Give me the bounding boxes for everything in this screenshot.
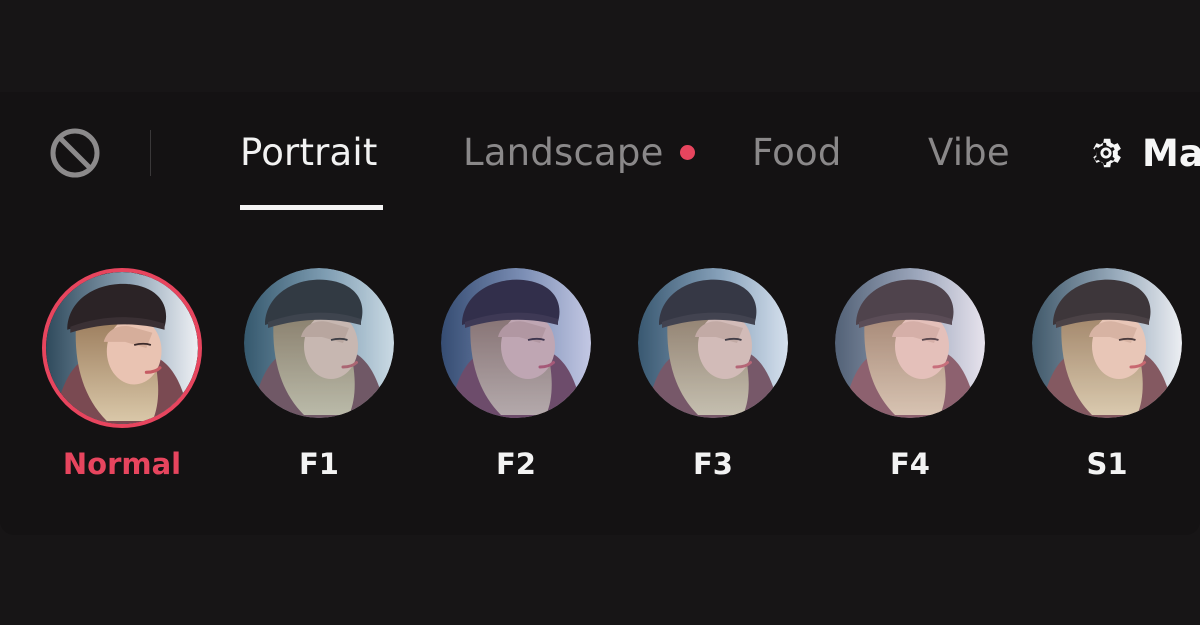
filter-label: F2 [496, 447, 536, 481]
filter-label: F1 [299, 447, 339, 481]
filter-item-f2[interactable]: F2 [434, 268, 598, 490]
filter-item-f4[interactable]: F4 [828, 268, 992, 490]
toolbar-divider [150, 130, 151, 176]
manage-label: Ma [1142, 131, 1200, 175]
tab-portrait[interactable]: Portrait [240, 128, 378, 178]
portrait-thumbnail-image [638, 268, 788, 418]
filter-label: F3 [693, 447, 733, 481]
active-tab-underline [240, 205, 383, 210]
gear-icon [1086, 133, 1126, 173]
filter-thumbnail [1032, 268, 1182, 418]
filter-thumbnail [835, 268, 985, 418]
filter-thumbnail [244, 268, 394, 418]
portrait-thumbnail-image [441, 268, 591, 418]
filter-thumbnail [638, 268, 788, 418]
portrait-thumbnail-image [1032, 268, 1182, 418]
tab-vibe[interactable]: Vibe [928, 128, 1010, 178]
tab-landscape[interactable]: Landscape [463, 128, 664, 178]
filter-item-s1[interactable]: S1 [1025, 268, 1189, 490]
filter-item-f3[interactable]: F3 [631, 268, 795, 490]
filter-label: S1 [1086, 447, 1128, 481]
manage-filters-button[interactable]: Ma [1086, 128, 1200, 178]
filter-item-normal[interactable]: Normal [40, 268, 204, 490]
filter-item-f1[interactable]: F1 [237, 268, 401, 490]
filter-thumbnail [42, 268, 202, 428]
portrait-thumbnail-image [835, 268, 985, 418]
portrait-thumbnail-image [244, 268, 394, 418]
filter-thumbnail [441, 268, 591, 418]
new-badge-dot [680, 145, 695, 160]
filter-label: Normal [62, 447, 182, 481]
portrait-thumbnail-image [46, 272, 198, 424]
tab-food[interactable]: Food [752, 128, 842, 178]
no-filter-icon [48, 126, 102, 184]
no-filter-button[interactable] [47, 127, 103, 183]
filter-label: F4 [890, 447, 930, 481]
